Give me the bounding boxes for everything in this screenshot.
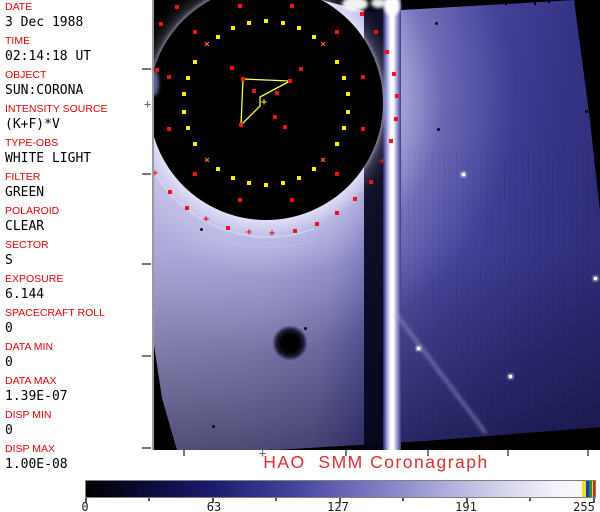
field-value: GREEN (5, 185, 45, 200)
field-data-max: DATA MAX 1.39E-07 (0, 374, 152, 408)
colorbar-label: 191 (455, 500, 477, 512)
field-value: 1.39E-07 (5, 389, 68, 404)
field-label: DATA MIN (5, 341, 54, 353)
field-label: DATE (5, 1, 33, 13)
field-value: 0 (5, 355, 13, 370)
sun-center-y-mark: + (144, 97, 152, 111)
field-label: DISP MIN (5, 409, 52, 421)
field-value: WHITE LIGHT (5, 151, 92, 166)
field-value: 0 (5, 321, 13, 336)
colorbar-label: 0 (81, 500, 89, 512)
field-label: INTENSITY SOURCE (5, 103, 108, 115)
field-disp-max: DISP MAX 1.00E-08 (0, 442, 152, 476)
field-filter: FILTER GREEN (0, 170, 152, 204)
field-date: DATE 3 Dec 1988 (0, 0, 152, 34)
field-value: 1.00E-08 (5, 457, 68, 472)
field-label: OBJECT (5, 69, 47, 81)
field-label: TYPE-OBS (5, 137, 59, 149)
field-value: (K+F)*V (5, 117, 60, 132)
coronagraph-viewer-window: DATE 3 Dec 1988 TIME 02:14:18 UT OBJECT … (0, 0, 600, 512)
field-polaroid: POLAROID CLEAR (0, 204, 152, 238)
field-sector: SECTOR S (0, 238, 152, 272)
field-label: FILTER (5, 171, 41, 183)
field-label: POLAROID (5, 205, 60, 217)
field-exposure: EXPOSURE 6.144 (0, 272, 152, 306)
fiducial-polygon (240, 78, 293, 127)
field-label: DATA MAX (5, 375, 57, 387)
field-data-min: DATA MIN 0 (0, 340, 152, 374)
field-object: OBJECT SUN:CORONA (0, 68, 152, 102)
field-label: EXPOSURE (5, 273, 64, 285)
field-label: SPACECRAFT ROLL (5, 307, 105, 319)
field-value: 0 (5, 423, 13, 438)
image-caption: HAO SMM Coronagraph (263, 452, 489, 472)
field-time: TIME 02:14:18 UT (0, 34, 152, 68)
colorbar-label: 255 (573, 500, 595, 512)
colorbar-label: 127 (327, 500, 349, 512)
field-intensity-source: INTENSITY SOURCE (K+F)*V (0, 102, 152, 136)
intensity-colorbar (85, 480, 596, 498)
field-type-obs: TYPE-OBS WHITE LIGHT (0, 136, 152, 170)
field-value: SUN:CORONA (5, 83, 84, 98)
field-value: 6.144 (5, 287, 45, 302)
coronagraph-image-canvas: + + + + + × × × × + (152, 0, 600, 450)
field-disp-min: DISP MIN 0 (0, 408, 152, 442)
field-label: SECTOR (5, 239, 49, 251)
field-value: 02:14:18 UT (5, 49, 92, 64)
field-value: S (5, 253, 13, 268)
field-spacecraft-roll: SPACECRAFT ROLL 0 (0, 306, 152, 340)
colorbar-label: 63 (206, 500, 222, 512)
field-value: 3 Dec 1988 (5, 15, 84, 30)
metadata-sidebar: DATE 3 Dec 1988 TIME 02:14:18 UT OBJECT … (0, 0, 152, 472)
field-label: TIME (5, 35, 31, 47)
field-value: CLEAR (5, 219, 45, 234)
field-label: DISP MAX (5, 443, 55, 455)
